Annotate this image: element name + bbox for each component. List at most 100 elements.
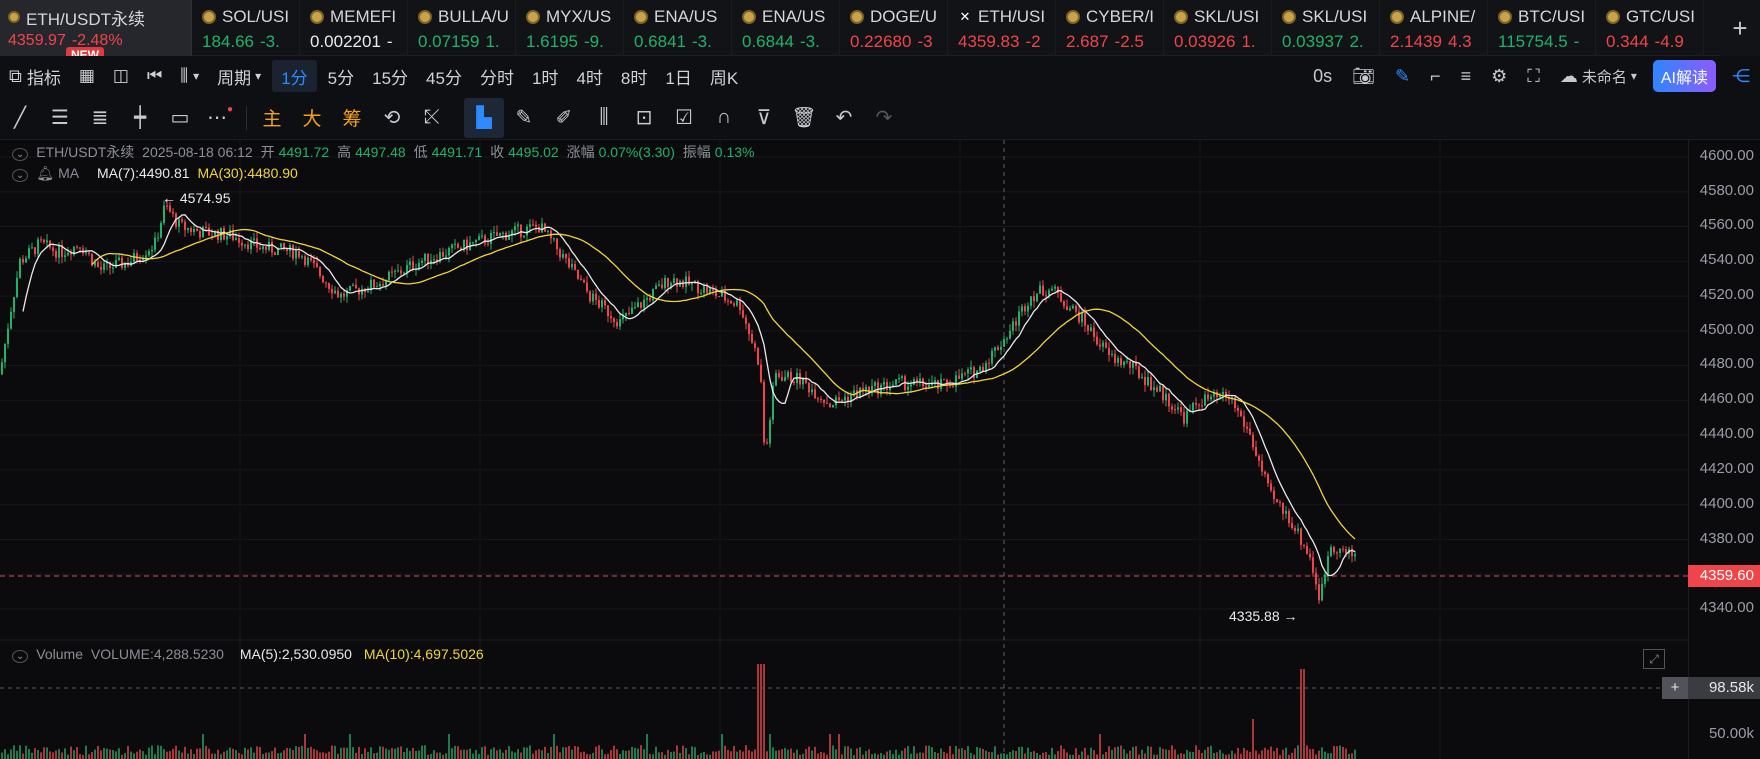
volume-bar [685, 748, 687, 759]
volume-bar [49, 751, 51, 759]
volume-bar [1327, 753, 1329, 759]
volume-bar [892, 754, 894, 759]
volume-bar [709, 754, 711, 759]
volume-bar [184, 746, 186, 759]
candle-body [1081, 312, 1083, 323]
volume-bar [361, 754, 363, 759]
candle-body [313, 260, 315, 264]
volume-bar [610, 750, 612, 759]
volume-bar [622, 750, 624, 759]
collapse-icon[interactable]: ⌄ [12, 169, 29, 182]
candle-body [1192, 402, 1194, 411]
candle-body [1273, 490, 1275, 500]
bell-icon[interactable]: 🔔︎ [36, 165, 54, 181]
candle-body [1114, 353, 1116, 363]
volume-bar [319, 752, 321, 759]
candle-body [547, 230, 549, 232]
candle-body [667, 277, 669, 287]
candle-body [1282, 503, 1284, 514]
collapse-icon[interactable]: ⌄ [12, 650, 29, 663]
volume-bar [1153, 754, 1155, 759]
volume-bar [1198, 749, 1200, 759]
volume-bar [964, 749, 966, 759]
volume-bar [1330, 753, 1332, 759]
candle-body [625, 312, 627, 316]
price-axis-tick: 4500.00 [1699, 321, 1754, 338]
candle-body [565, 253, 567, 259]
volume-bar [1012, 750, 1014, 759]
candle-body [46, 240, 48, 243]
candle-body [1018, 311, 1020, 326]
volume-bar [1078, 754, 1080, 759]
volume-bar [283, 750, 285, 759]
plus-icon[interactable]: + [1662, 677, 1688, 699]
collapse-icon[interactable]: ⌄ [12, 148, 29, 161]
volume-bar [421, 745, 423, 759]
volume-bar [754, 749, 756, 759]
candle-body [826, 402, 828, 404]
volume-bar [784, 748, 786, 759]
candle-body [1153, 387, 1155, 391]
candle-body [751, 334, 753, 344]
candle-body [1252, 434, 1254, 448]
candle-body [28, 248, 30, 259]
volume-bar [286, 747, 288, 759]
volume-bar [583, 751, 585, 759]
candle-body [562, 253, 564, 258]
vol-ma5-value: MA(5):2,530.0950 [239, 646, 352, 662]
volume-bar [259, 747, 261, 759]
volume-bar [154, 754, 156, 759]
volume-bar [241, 754, 243, 759]
candle-body [244, 244, 246, 246]
volume-bar [517, 749, 519, 759]
volume-bar [1333, 746, 1335, 759]
volume-bar [589, 754, 591, 759]
ma-line [91, 228, 1356, 540]
volume-bar [961, 748, 963, 759]
volume-bar [334, 745, 336, 759]
candle-body [808, 382, 810, 393]
volume-crosshair-value: 98.58k [1708, 679, 1754, 696]
expand-pane-icon[interactable]: ⤢ [1643, 649, 1665, 669]
candle-body [58, 245, 60, 258]
volume-bar [1027, 747, 1029, 759]
candle-body [1111, 353, 1113, 355]
candle-body [1174, 409, 1176, 411]
candle-body [421, 260, 423, 263]
candle-body [457, 243, 459, 248]
volume-bar [886, 751, 888, 759]
candle-body [187, 228, 189, 230]
volume-bar [805, 748, 807, 759]
candle-body [703, 286, 705, 293]
volume-bar [127, 745, 129, 759]
candle-body [685, 276, 687, 287]
price-axis[interactable]: 4600.00 4580.00 4560.00 4540.00 4520.00 4500.… [1688, 140, 1760, 759]
volume-bar [100, 750, 102, 759]
candle-body [241, 242, 243, 246]
candle-body [817, 398, 819, 400]
volume-bar [1129, 750, 1131, 759]
volume-bar [1231, 750, 1233, 759]
volume-bar [949, 746, 951, 759]
candle-body [1039, 285, 1041, 294]
volume-bar [1069, 754, 1071, 759]
volume-bar [388, 749, 390, 759]
volume-bar [331, 745, 333, 759]
volume-bar [70, 746, 72, 759]
candle-body [1255, 447, 1257, 456]
candle-body [1324, 574, 1326, 584]
candle-body [934, 380, 936, 383]
low-marker: 4335.88 → [1229, 608, 1298, 624]
candle-body [961, 373, 963, 379]
volume-bar [733, 745, 735, 759]
volume-bar [1033, 751, 1035, 759]
volume-bar [724, 745, 726, 759]
candle-body [541, 223, 543, 233]
candle-body [790, 371, 792, 382]
volume-bar [1270, 746, 1272, 759]
candle-body [1102, 342, 1104, 347]
volume-bar [28, 748, 30, 759]
candle-body [733, 303, 735, 306]
price-axis-tick: 4380.00 [1699, 530, 1754, 547]
candle-body [973, 367, 975, 379]
